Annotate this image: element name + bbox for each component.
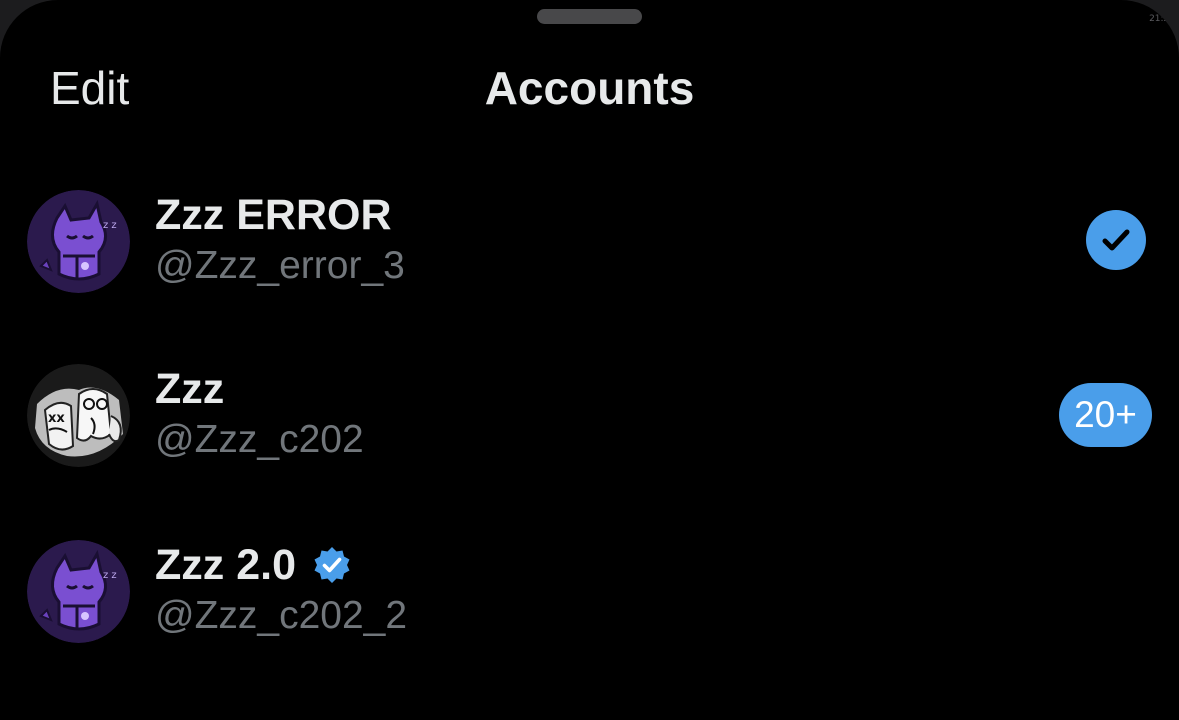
- avatar: z z: [27, 540, 130, 643]
- account-display-name: Zzz 2.0: [155, 541, 296, 589]
- account-row-zzz-2[interactable]: z z Zzz 2.0 @Zzz_c202_2: [0, 512, 1179, 672]
- account-display-name: Zzz ERROR: [155, 191, 392, 239]
- avatar: xx: [27, 364, 130, 467]
- purple-sleeping-cat-avatar-icon: z z: [27, 190, 130, 293]
- account-handle: @Zzz_error_3: [155, 244, 405, 287]
- status-time: 21:27: [1149, 14, 1175, 24]
- verified-badge-icon: [314, 547, 350, 583]
- account-row-zzz-error[interactable]: z z Zzz ERROR @Zzz_error_3: [0, 162, 1179, 322]
- purple-sleeping-cat-avatar-icon: z z: [27, 540, 130, 643]
- ghost-characters-avatar-icon: xx: [27, 364, 130, 467]
- accounts-sheet: 21:27 Edit Accounts z z Zzz ERROR @Zzz_e…: [0, 0, 1179, 720]
- svg-text:z z: z z: [103, 570, 117, 581]
- account-name-line: Zzz ERROR: [155, 190, 392, 240]
- account-handle: @Zzz_c202: [155, 418, 364, 461]
- account-display-name: Zzz: [155, 365, 225, 413]
- account-name-line: Zzz 2.0: [155, 540, 352, 590]
- account-handle: @Zzz_c202_2: [155, 594, 408, 637]
- notification-count-badge: 20+: [1059, 383, 1152, 447]
- selected-checkmark-icon: [1086, 210, 1146, 270]
- avatar: z z: [27, 190, 130, 293]
- account-row-zzz[interactable]: xx Zzz @Zzz_c202 20+: [0, 336, 1179, 496]
- svg-text:xx: xx: [48, 411, 65, 426]
- account-name-line: Zzz: [155, 364, 224, 414]
- svg-text:z z: z z: [103, 220, 117, 231]
- sheet-grabber-handle[interactable]: [537, 9, 642, 24]
- sheet-title: Accounts: [484, 62, 695, 114]
